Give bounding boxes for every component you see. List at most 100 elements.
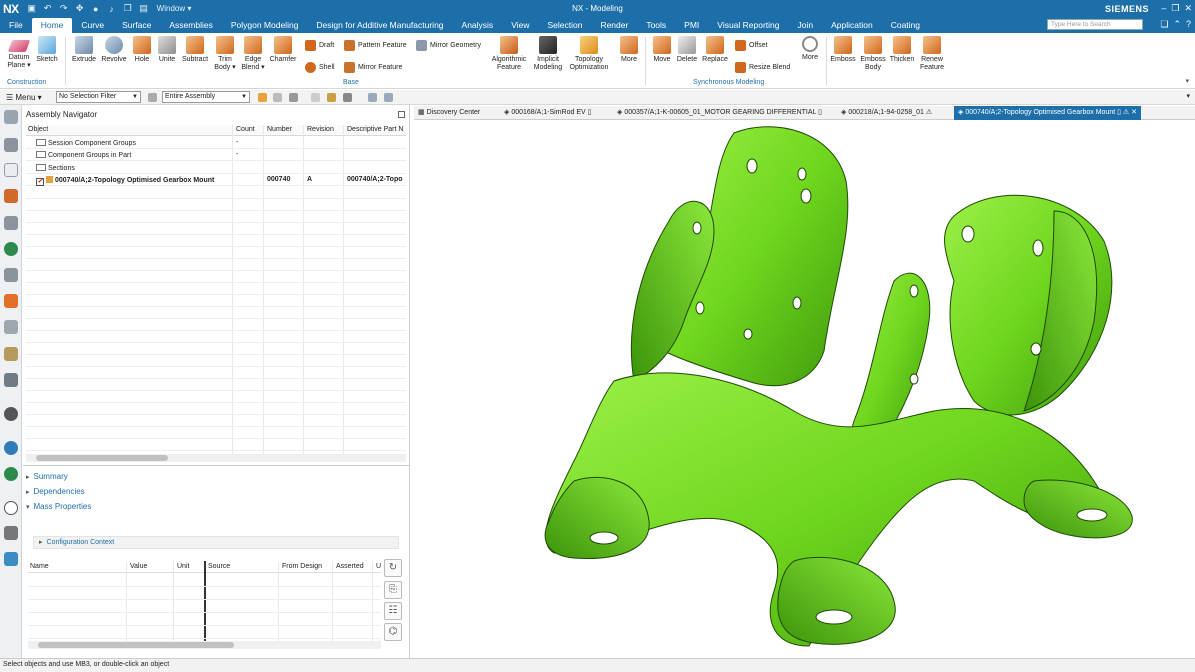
microphone-icon[interactable]: ♪ xyxy=(105,4,119,14)
column-object[interactable]: Object xyxy=(28,126,48,133)
part-navigator-icon[interactable] xyxy=(4,138,18,152)
system-scenes-icon[interactable] xyxy=(4,373,18,387)
select-components-icon[interactable] xyxy=(258,93,267,102)
reuse-library-icon[interactable] xyxy=(4,216,18,230)
close-icon[interactable]: ✕ xyxy=(1131,109,1137,116)
table-row[interactable]: Session Component Groups - xyxy=(26,137,406,149)
trim-body-button[interactable]: Trim Body ▾ xyxy=(213,36,237,72)
tab-assemblies[interactable]: Assemblies xyxy=(160,18,221,33)
tab-curve[interactable]: Curve xyxy=(72,18,113,33)
mass-properties-panel-header[interactable]: ▾ Mass Properties xyxy=(26,502,406,516)
column-from-design[interactable]: From Design xyxy=(282,563,322,570)
redo-icon[interactable]: ↷ xyxy=(57,3,71,14)
column-count[interactable]: Count xyxy=(236,126,255,133)
window-layout-icon[interactable]: ❏ xyxy=(1160,19,1168,30)
filter-icon[interactable] xyxy=(148,93,157,102)
clock-icon[interactable] xyxy=(4,501,18,515)
system-materials-icon[interactable] xyxy=(4,294,18,308)
navigator-horizontal-scrollbar[interactable] xyxy=(26,454,406,462)
work-layer-icon[interactable] xyxy=(384,93,393,102)
sketch-button[interactable]: Sketch xyxy=(34,36,60,64)
panel-splitter[interactable] xyxy=(23,465,410,466)
process-studio-icon[interactable] xyxy=(4,320,18,334)
delete-face-button[interactable]: Delete xyxy=(675,36,699,64)
pattern-feature-button[interactable]: Pattern Feature xyxy=(344,40,407,51)
hole-button[interactable]: Hole xyxy=(131,36,153,64)
table-row[interactable]: Component Groups in Part - xyxy=(26,149,406,161)
command-search-input[interactable]: Type Here to Search xyxy=(1047,19,1143,30)
minimize-icon[interactable]: – xyxy=(1161,3,1166,14)
tab-dfam[interactable]: Design for Additive Manufacturing xyxy=(307,18,452,33)
teamcenter-icon[interactable] xyxy=(4,467,18,481)
orient-view-icon[interactable] xyxy=(343,93,352,102)
renew-feature-button[interactable]: Renew Feature xyxy=(918,36,946,72)
algorithmic-feature-button[interactable]: Algorithmic Feature xyxy=(489,36,529,72)
draft-button[interactable]: Draft xyxy=(305,40,334,51)
configuration-context-header[interactable]: ▸ Configuration Context xyxy=(33,536,399,549)
thicken-button[interactable]: Thicken xyxy=(888,36,916,64)
list-icon[interactable]: ☷ xyxy=(384,602,402,620)
ribbon-options-icon[interactable]: ▾ xyxy=(1185,77,1189,85)
mirror-geometry-button[interactable]: Mirror Geometry xyxy=(416,40,481,51)
tab-file[interactable]: File xyxy=(0,18,32,33)
web-browser-icon[interactable] xyxy=(4,242,18,256)
table-row[interactable]: Sections xyxy=(26,162,406,174)
close-icon[interactable]: ✕ xyxy=(1184,3,1192,14)
column-u[interactable]: U xyxy=(376,563,381,570)
mirror-feature-button[interactable]: Mirror Feature xyxy=(344,62,402,73)
tab-surface[interactable]: Surface xyxy=(113,18,160,33)
scrollbar-thumb[interactable] xyxy=(36,455,168,461)
datum-plane-button[interactable]: Datum Plane ▾ xyxy=(6,36,32,70)
window-menu[interactable]: Window ▾ xyxy=(157,4,192,13)
column-descriptive-part-name[interactable]: Descriptive Part N xyxy=(347,126,403,133)
toolbar-options-icon[interactable]: ▾ xyxy=(1186,92,1190,100)
column-name[interactable]: Name xyxy=(30,563,49,570)
tab-94-0258[interactable]: ◈ 000218/A;1-94-0258_01 ⚠ xyxy=(841,106,932,120)
tab-discovery-center[interactable]: ▦ Discovery Center xyxy=(418,106,480,120)
copy-icon[interactable]: ❐ xyxy=(121,3,135,14)
constraint-navigator-icon[interactable] xyxy=(4,189,18,203)
column-value[interactable]: Value xyxy=(130,563,147,570)
tab-home[interactable]: Home xyxy=(31,18,73,33)
hierarchy-icon[interactable]: ⌬ xyxy=(384,623,402,641)
extrude-button[interactable]: Extrude xyxy=(70,36,98,64)
shell-button[interactable]: Shell xyxy=(305,62,335,73)
column-unit[interactable]: Unit xyxy=(177,563,189,570)
edge-blend-button[interactable]: Edge Blend ▾ xyxy=(240,36,266,72)
assembly-navigator-icon[interactable] xyxy=(4,163,18,177)
replace-face-button[interactable]: Replace xyxy=(701,36,729,64)
dependencies-panel-header[interactable]: ▸ Dependencies xyxy=(26,487,406,501)
tab-motor-gearing-differential[interactable]: ◈ 000357/A;1-K-00605_01_MOTOR GEARING DI… xyxy=(617,106,822,120)
tab-application[interactable]: Application xyxy=(822,18,882,33)
tab-visual-reporting[interactable]: Visual Reporting xyxy=(708,18,788,33)
maximize-icon[interactable] xyxy=(398,111,405,118)
collapse-ribbon-icon[interactable]: ⌃ xyxy=(1173,19,1181,30)
sync-more-button[interactable]: More xyxy=(799,36,821,62)
paste-icon[interactable]: ▤ xyxy=(137,3,151,14)
emboss-button[interactable]: Emboss xyxy=(830,36,856,64)
refresh-icon[interactable]: ↻ xyxy=(384,559,402,577)
subtract-button[interactable]: Subtract xyxy=(180,36,210,64)
quick-pick-icon[interactable] xyxy=(311,93,320,102)
tab-selection[interactable]: Selection xyxy=(538,18,591,33)
column-number[interactable]: Number xyxy=(267,126,292,133)
tab-tools[interactable]: Tools xyxy=(637,18,675,33)
select-features-icon[interactable] xyxy=(273,93,282,102)
palette-icon[interactable] xyxy=(4,552,18,566)
record-icon[interactable]: ● xyxy=(89,4,103,14)
move-face-button[interactable]: Move xyxy=(650,36,674,64)
tab-gearbox-mount[interactable]: ◈ 000740/A;2-Topology Optimised Gearbox … xyxy=(954,106,1142,120)
tab-view[interactable]: View xyxy=(502,18,538,33)
tab-polygon-modeling[interactable]: Polygon Modeling xyxy=(222,18,308,33)
hd3d-tools-icon[interactable] xyxy=(4,407,18,421)
selection-filter-dropdown[interactable]: No Selection Filter ▼ xyxy=(56,91,141,103)
chamfer-button[interactable]: Chamfer xyxy=(268,36,298,64)
menu-button[interactable]: ☰ Menu ▾ xyxy=(0,93,52,102)
tab-pmi[interactable]: PMI xyxy=(675,18,708,33)
tools-icon[interactable] xyxy=(4,526,18,540)
restore-icon[interactable]: ❐ xyxy=(1171,3,1179,14)
gearbox-mount-model[interactable] xyxy=(414,121,1195,658)
show-hide-icon[interactable] xyxy=(327,93,336,102)
implicit-modeling-button[interactable]: Implicit Modeling xyxy=(530,36,566,72)
tab-coating[interactable]: Coating xyxy=(882,18,929,33)
